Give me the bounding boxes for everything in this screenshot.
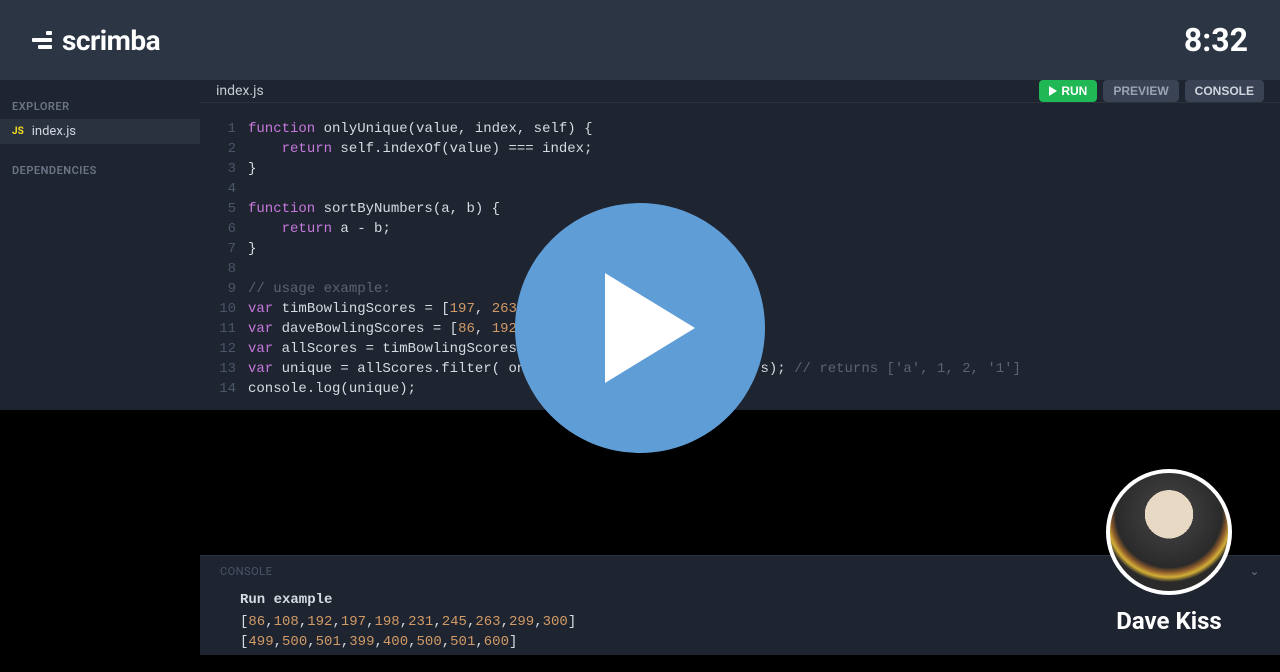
play-icon xyxy=(605,273,695,383)
run-label: RUN xyxy=(1061,84,1087,98)
video-timestamp: 8:32 xyxy=(1184,21,1248,59)
logo[interactable]: scrimba xyxy=(32,24,160,57)
file-item-indexjs[interactable]: JS index.js xyxy=(0,119,200,144)
console-label: CONSOLE xyxy=(1195,84,1254,98)
chevron-down-icon[interactable]: ⌄ xyxy=(1249,564,1260,578)
logo-icon xyxy=(32,31,52,49)
active-tab[interactable]: index.js xyxy=(216,83,264,99)
tab-bar: index.js RUN PREVIEW CONSOLE xyxy=(200,80,1280,103)
console-line-2: [499,500,501,399,400,500,501,600] xyxy=(240,632,1260,652)
play-video-button[interactable] xyxy=(515,203,765,453)
author-card[interactable]: Dave Kiss xyxy=(1106,469,1232,635)
file-name: index.js xyxy=(32,124,76,139)
console-button[interactable]: CONSOLE xyxy=(1185,80,1264,102)
preview-button[interactable]: PREVIEW xyxy=(1103,80,1178,102)
dependencies-heading: DEPENDENCIES xyxy=(0,156,200,183)
run-button[interactable]: RUN xyxy=(1039,80,1097,102)
brand-name: scrimba xyxy=(62,24,160,57)
explorer-heading: EXPLORER xyxy=(0,92,200,119)
console-heading: CONSOLE xyxy=(220,565,272,578)
play-icon xyxy=(1049,86,1057,96)
line-gutter: 1 2 3 4 5 6 7 8 9 10 11 12 13 14 xyxy=(200,119,248,399)
sidebar: EXPLORER JS index.js DEPENDENCIES xyxy=(0,80,200,410)
header: scrimba 8:32 xyxy=(0,0,1280,80)
toolbar: RUN PREVIEW CONSOLE xyxy=(1039,80,1264,102)
avatar xyxy=(1106,469,1232,595)
js-file-icon: JS xyxy=(12,126,24,137)
code-lines: function onlyUnique(value, index, self) … xyxy=(248,119,1280,399)
preview-label: PREVIEW xyxy=(1113,84,1168,98)
author-name: Dave Kiss xyxy=(1116,607,1221,635)
